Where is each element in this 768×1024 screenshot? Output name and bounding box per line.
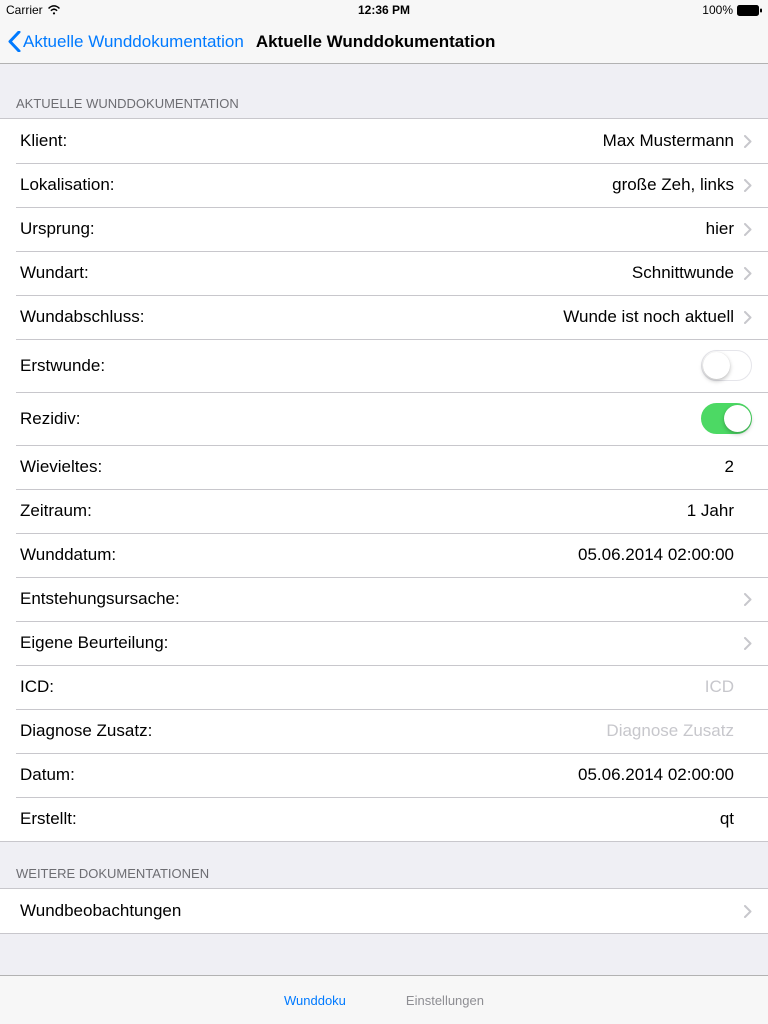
chevron-right-icon (744, 311, 752, 324)
row-entstehungsursache[interactable]: Entstehungsursache: (0, 577, 768, 621)
row-wundart[interactable]: Wundart: Schnittwunde (0, 251, 768, 295)
row-icd[interactable]: ICD: ICD (0, 665, 768, 709)
tab-bar: Wunddoku Einstellungen (0, 975, 768, 1024)
status-time: 12:36 PM (358, 3, 410, 17)
row-wundbeobachtungen[interactable]: Wundbeobachtungen (0, 889, 768, 933)
erstellt-value: qt (720, 809, 734, 829)
chevron-right-icon (744, 905, 752, 918)
rezidiv-label: Rezidiv: (20, 409, 80, 429)
nav-bar: Aktuelle Wunddokumentation Aktuelle Wund… (0, 20, 768, 64)
wievieltes-value: 2 (725, 457, 734, 477)
datum-label: Datum: (20, 765, 75, 785)
row-eigene-beurteilung[interactable]: Eigene Beurteilung: (0, 621, 768, 665)
row-datum[interactable]: Datum: 05.06.2014 02:00:00 (0, 753, 768, 797)
wundabschluss-label: Wundabschluss: (20, 307, 144, 327)
tab-einstellungen[interactable]: Einstellungen (406, 993, 484, 1008)
entstehungsursache-label: Entstehungsursache: (20, 589, 180, 609)
erstellt-label: Erstellt: (20, 809, 77, 829)
row-wundabschluss[interactable]: Wundabschluss: Wunde ist noch aktuell (0, 295, 768, 339)
erstwunde-switch[interactable] (701, 350, 752, 381)
status-left: Carrier (6, 3, 61, 17)
row-lokalisation[interactable]: Lokalisation: große Zeh, links (0, 163, 768, 207)
zeitraum-value: 1 Jahr (687, 501, 734, 521)
row-klient[interactable]: Klient: Max Mustermann (0, 119, 768, 163)
battery-percent: 100% (702, 3, 733, 17)
battery-icon (737, 5, 762, 16)
row-wievieltes[interactable]: Wievieltes: 2 (0, 445, 768, 489)
status-bar: Carrier 12:36 PM 100% (0, 0, 768, 20)
back-label: Aktuelle Wunddokumentation (23, 32, 244, 52)
row-erstwunde: Erstwunde: (0, 339, 768, 392)
table-group-weitere: Wundbeobachtungen (0, 888, 768, 934)
row-diagnose-zusatz[interactable]: Diagnose Zusatz: Diagnose Zusatz (0, 709, 768, 753)
erstwunde-label: Erstwunde: (20, 356, 105, 376)
icd-label: ICD: (20, 677, 54, 697)
chevron-right-icon (744, 637, 752, 650)
section-header-aktuelle: AKTUELLE WUNDDOKUMENTATION (0, 64, 768, 118)
carrier-label: Carrier (6, 3, 43, 17)
wunddatum-value: 05.06.2014 02:00:00 (578, 545, 734, 565)
status-right: 100% (702, 3, 762, 17)
tab-wunddoku[interactable]: Wunddoku (284, 993, 346, 1008)
wundbeobachtungen-label: Wundbeobachtungen (20, 901, 181, 921)
wievieltes-label: Wievieltes: (20, 457, 102, 477)
row-rezidiv: Rezidiv: (0, 392, 768, 445)
wundart-value: Schnittwunde (632, 263, 734, 283)
chevron-right-icon (744, 179, 752, 192)
chevron-right-icon (744, 223, 752, 236)
table-group-main: Klient: Max Mustermann Lokalisation: gro… (0, 118, 768, 842)
section-header-weitere: WEITERE DOKUMENTATIONEN (0, 842, 768, 888)
row-zeitraum[interactable]: Zeitraum: 1 Jahr (0, 489, 768, 533)
icd-placeholder: ICD (705, 677, 734, 697)
wundabschluss-value: Wunde ist noch aktuell (563, 307, 734, 327)
row-wunddatum[interactable]: Wunddatum: 05.06.2014 02:00:00 (0, 533, 768, 577)
nav-title: Aktuelle Wunddokumentation (256, 32, 496, 52)
diagnose-zusatz-label: Diagnose Zusatz: (20, 721, 152, 741)
row-erstellt[interactable]: Erstellt: qt (0, 797, 768, 841)
chevron-left-icon (8, 31, 21, 52)
lokalisation-value: große Zeh, links (612, 175, 734, 195)
zeitraum-label: Zeitraum: (20, 501, 92, 521)
wunddatum-label: Wunddatum: (20, 545, 116, 565)
eigene-beurteilung-label: Eigene Beurteilung: (20, 633, 168, 653)
ursprung-value: hier (706, 219, 734, 239)
diagnose-zusatz-placeholder: Diagnose Zusatz (606, 721, 734, 741)
klient-label: Klient: (20, 131, 67, 151)
chevron-right-icon (744, 267, 752, 280)
content-scroll[interactable]: AKTUELLE WUNDDOKUMENTATION Klient: Max M… (0, 64, 768, 975)
klient-value: Max Mustermann (603, 131, 734, 151)
wundart-label: Wundart: (20, 263, 89, 283)
chevron-right-icon (744, 593, 752, 606)
chevron-right-icon (744, 135, 752, 148)
row-ursprung[interactable]: Ursprung: hier (0, 207, 768, 251)
ursprung-label: Ursprung: (20, 219, 95, 239)
datum-value: 05.06.2014 02:00:00 (578, 765, 734, 785)
lokalisation-label: Lokalisation: (20, 175, 115, 195)
rezidiv-switch[interactable] (701, 403, 752, 434)
wifi-icon (47, 5, 61, 15)
back-button[interactable]: Aktuelle Wunddokumentation (8, 31, 244, 52)
